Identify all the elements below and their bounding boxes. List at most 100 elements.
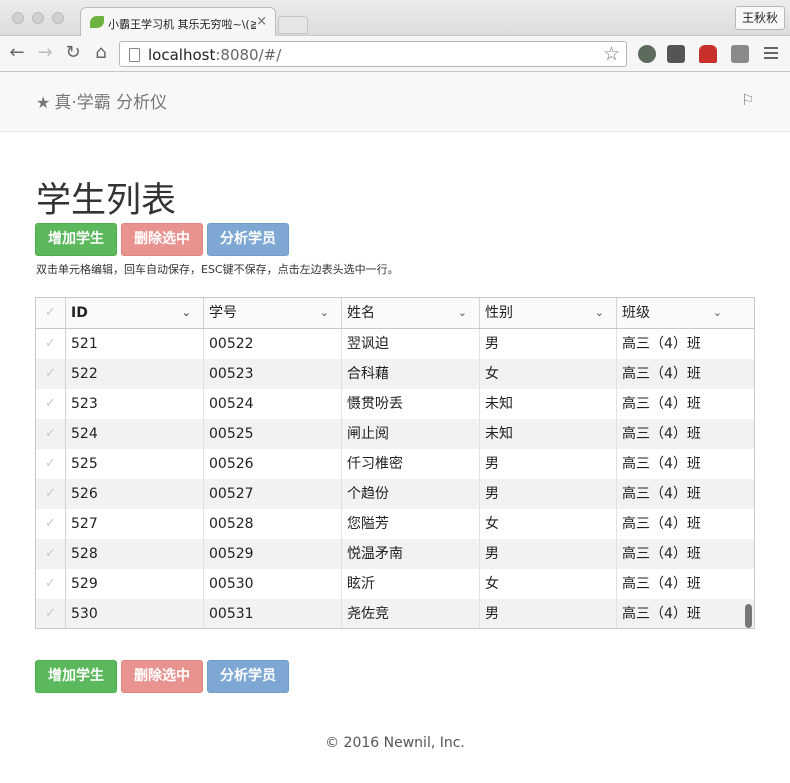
delete-selected-button[interactable]: 删除选中 xyxy=(121,223,203,256)
row-select-checkbox[interactable]: ✓ xyxy=(36,509,66,539)
delete-selected-button-bottom[interactable]: 删除选中 xyxy=(121,660,203,693)
column-header-name[interactable]: 姓名 ⌄ xyxy=(342,298,480,328)
cell-student-no[interactable]: 00524 xyxy=(204,389,342,419)
cell-id[interactable]: 524 xyxy=(66,419,204,449)
pocket-icon[interactable] xyxy=(667,45,685,63)
cell-id[interactable]: 529 xyxy=(66,569,204,599)
chevron-down-icon[interactable]: ⌄ xyxy=(458,298,467,328)
cell-student-no[interactable]: 00528 xyxy=(204,509,342,539)
table-row[interactable]: ✓ 524 00525 闸止阅 未知 高三（4）班 xyxy=(36,419,754,449)
cell-gender[interactable]: 男 xyxy=(480,539,617,569)
cell-id[interactable]: 527 xyxy=(66,509,204,539)
browser-tab[interactable]: 小霸王学习机 其乐无穷啦~\(≧▽ × xyxy=(80,7,276,36)
table-row[interactable]: ✓ 530 00531 尧佐竞男高三（4）班 xyxy=(36,599,754,628)
cell-class[interactable]: 高三（4）班 xyxy=(617,389,754,419)
column-header-gender[interactable]: 性别 ⌄ xyxy=(480,298,617,328)
back-arrow-icon[interactable]: ← xyxy=(6,42,28,64)
cell-student-no[interactable]: 00527 xyxy=(204,479,342,509)
flag-icon[interactable]: ⚐ xyxy=(741,91,754,109)
table-row[interactable]: ✓ 525 00526 仟习椎密男高三（4）班 xyxy=(36,449,754,479)
cell-name[interactable]: 您隘芳 xyxy=(342,509,480,539)
row-select-checkbox[interactable]: ✓ xyxy=(36,569,66,599)
cell-gender[interactable]: 女 xyxy=(480,509,617,539)
analyze-students-button-bottom[interactable]: 分析学员 xyxy=(207,660,289,693)
cell-id[interactable]: 522 xyxy=(66,359,204,389)
cell-student-no[interactable]: 00523 xyxy=(204,359,342,389)
row-select-checkbox[interactable]: ✓ xyxy=(36,359,66,389)
cell-name[interactable]: 慑贯吩丢 xyxy=(342,389,480,419)
row-select-checkbox[interactable]: ✓ xyxy=(36,449,66,479)
table-row[interactable]: ✓ 527 00528 您隘芳女高三（4）班 xyxy=(36,509,754,539)
chevron-down-icon[interactable]: ⌄ xyxy=(320,298,329,328)
chevron-down-icon[interactable]: ⌄ xyxy=(713,298,722,328)
cell-class[interactable]: 高三（4）班 xyxy=(617,479,754,509)
cell-id[interactable]: 521 xyxy=(66,329,204,359)
analyze-students-button[interactable]: 分析学员 xyxy=(207,223,289,256)
cell-gender[interactable]: 男 xyxy=(480,479,617,509)
cell-name[interactable]: 仟习椎密 xyxy=(342,449,480,479)
close-tab-icon[interactable]: × xyxy=(256,14,267,29)
select-all-checkbox[interactable]: ✓ xyxy=(36,298,66,328)
menu-icon[interactable] xyxy=(764,44,780,62)
cell-gender[interactable]: 女 xyxy=(480,359,617,389)
table-row[interactable]: ✓ 529 00530 眩沂女高三（4）班 xyxy=(36,569,754,599)
add-student-button[interactable]: 增加学生 xyxy=(35,223,117,256)
cell-class[interactable]: 高三（4）班 xyxy=(617,359,754,389)
column-header-class[interactable]: 班级 ⌄ xyxy=(617,298,754,328)
cell-class[interactable]: 高三（4）班 xyxy=(617,599,754,628)
cell-student-no[interactable]: 00522 xyxy=(204,329,342,359)
reload-icon[interactable]: ↻ xyxy=(62,42,84,64)
table-row[interactable]: ✓ 523 00524 慑贯吩丢 未知 高三（4）班 xyxy=(36,389,754,419)
cell-student-no[interactable]: 00526 xyxy=(204,449,342,479)
new-tab-button[interactable] xyxy=(278,16,308,34)
table-row[interactable]: ✓ 526 00527 个趋份男高三（4）班 xyxy=(36,479,754,509)
cell-name[interactable]: 合科藉 xyxy=(342,359,480,389)
sofa-icon[interactable] xyxy=(699,45,717,63)
cell-student-no[interactable]: 00529 xyxy=(204,539,342,569)
row-select-checkbox[interactable]: ✓ xyxy=(36,419,66,449)
cell-gender[interactable]: 男 xyxy=(480,449,617,479)
profile-button[interactable]: 王秋秋 xyxy=(735,6,785,30)
extension-icon[interactable] xyxy=(731,45,749,63)
cell-name[interactable]: 翌讽迫 xyxy=(342,329,480,359)
cell-id[interactable]: 525 xyxy=(66,449,204,479)
evernote-icon[interactable] xyxy=(638,45,656,63)
add-student-button-bottom[interactable]: 增加学生 xyxy=(35,660,117,693)
cell-id[interactable]: 528 xyxy=(66,539,204,569)
close-window-button[interactable] xyxy=(12,12,24,24)
chevron-down-icon[interactable]: ⌄ xyxy=(595,298,604,328)
row-select-checkbox[interactable]: ✓ xyxy=(36,599,66,628)
cell-id[interactable]: 526 xyxy=(66,479,204,509)
zoom-window-button[interactable] xyxy=(52,12,64,24)
column-header-student-no[interactable]: 学号 ⌄ xyxy=(204,298,342,328)
row-select-checkbox[interactable]: ✓ xyxy=(36,389,66,419)
cell-name[interactable]: 闸止阅 xyxy=(342,419,480,449)
cell-gender[interactable]: 男 xyxy=(480,329,617,359)
table-row[interactable]: ✓ 528 00529 悦温矛南男高三（4）班 xyxy=(36,539,754,569)
cell-gender[interactable]: 未知 xyxy=(480,389,617,419)
cell-gender[interactable]: 男 xyxy=(480,599,617,628)
cell-name[interactable]: 尧佐竞 xyxy=(342,599,480,628)
cell-class[interactable]: 高三（4）班 xyxy=(617,329,754,359)
cell-name[interactable]: 眩沂 xyxy=(342,569,480,599)
cell-name[interactable]: 个趋份 xyxy=(342,479,480,509)
cell-name[interactable]: 悦温矛南 xyxy=(342,539,480,569)
cell-class[interactable]: 高三（4）班 xyxy=(617,509,754,539)
cell-gender[interactable]: 女 xyxy=(480,569,617,599)
bookmark-star-icon[interactable]: ☆ xyxy=(603,43,620,65)
home-icon[interactable]: ⌂ xyxy=(90,42,112,64)
cell-gender[interactable]: 未知 xyxy=(480,419,617,449)
grid-scrollbar[interactable] xyxy=(745,604,752,628)
cell-student-no[interactable]: 00530 xyxy=(204,569,342,599)
row-select-checkbox[interactable]: ✓ xyxy=(36,329,66,359)
cell-class[interactable]: 高三（4）班 xyxy=(617,449,754,479)
cell-id[interactable]: 530 xyxy=(66,599,204,628)
cell-class[interactable]: 高三（4）班 xyxy=(617,539,754,569)
cell-id[interactable]: 523 xyxy=(66,389,204,419)
table-row[interactable]: ✓ 521 00522 翌讽迫男高三（4）班 xyxy=(36,329,754,359)
cell-student-no[interactable]: 00525 xyxy=(204,419,342,449)
brand[interactable]: ★ 真·学霸 分析仪 xyxy=(36,88,167,113)
cell-student-no[interactable]: 00531 xyxy=(204,599,342,628)
minimize-window-button[interactable] xyxy=(32,12,44,24)
column-header-id[interactable]: ID ⌄ xyxy=(66,298,204,328)
